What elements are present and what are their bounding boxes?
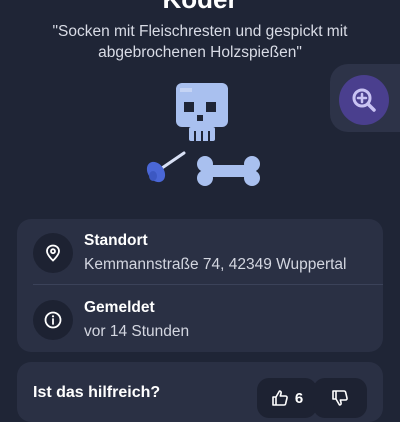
feedback-question: Ist das hilfreich?: [33, 384, 161, 401]
location-value: Kemmannstraße 74, 42349 Wuppertal: [84, 256, 347, 273]
reported-label: Gemeldet: [84, 299, 155, 316]
bait-illustration: [146, 83, 260, 186]
upvote-count: 6: [294, 389, 304, 407]
stick-icon: [146, 151, 186, 183]
page-title: Köder: [0, 0, 400, 15]
map-pin-icon: [33, 233, 73, 273]
upvote-button[interactable]: 6: [257, 378, 317, 418]
location-label: Standort: [84, 232, 148, 249]
thumbs-down-icon: [332, 390, 348, 406]
downvote-button[interactable]: [313, 378, 367, 418]
feedback-card: Ist das hilfreich? 6: [17, 362, 383, 422]
bone-icon: [197, 156, 260, 186]
reported-value: vor 14 Stunden: [84, 323, 190, 340]
reported-row: Gemeldet vor 14 Stunden: [17, 286, 383, 352]
bait-description: "Socken mit Fleischresten und gespickt m…: [52, 23, 348, 61]
zoom-in-icon: [352, 88, 376, 112]
thumbs-up-icon: [272, 390, 288, 406]
location-row[interactable]: Standort Kemmannstraße 74, 42349 Wuppert…: [17, 219, 383, 285]
info-icon: [33, 300, 73, 340]
details-card: Standort Kemmannstraße 74, 42349 Wuppert…: [17, 219, 383, 352]
divider: [33, 284, 383, 285]
skull-icon: [176, 83, 228, 141]
zoom-button[interactable]: [339, 75, 389, 125]
